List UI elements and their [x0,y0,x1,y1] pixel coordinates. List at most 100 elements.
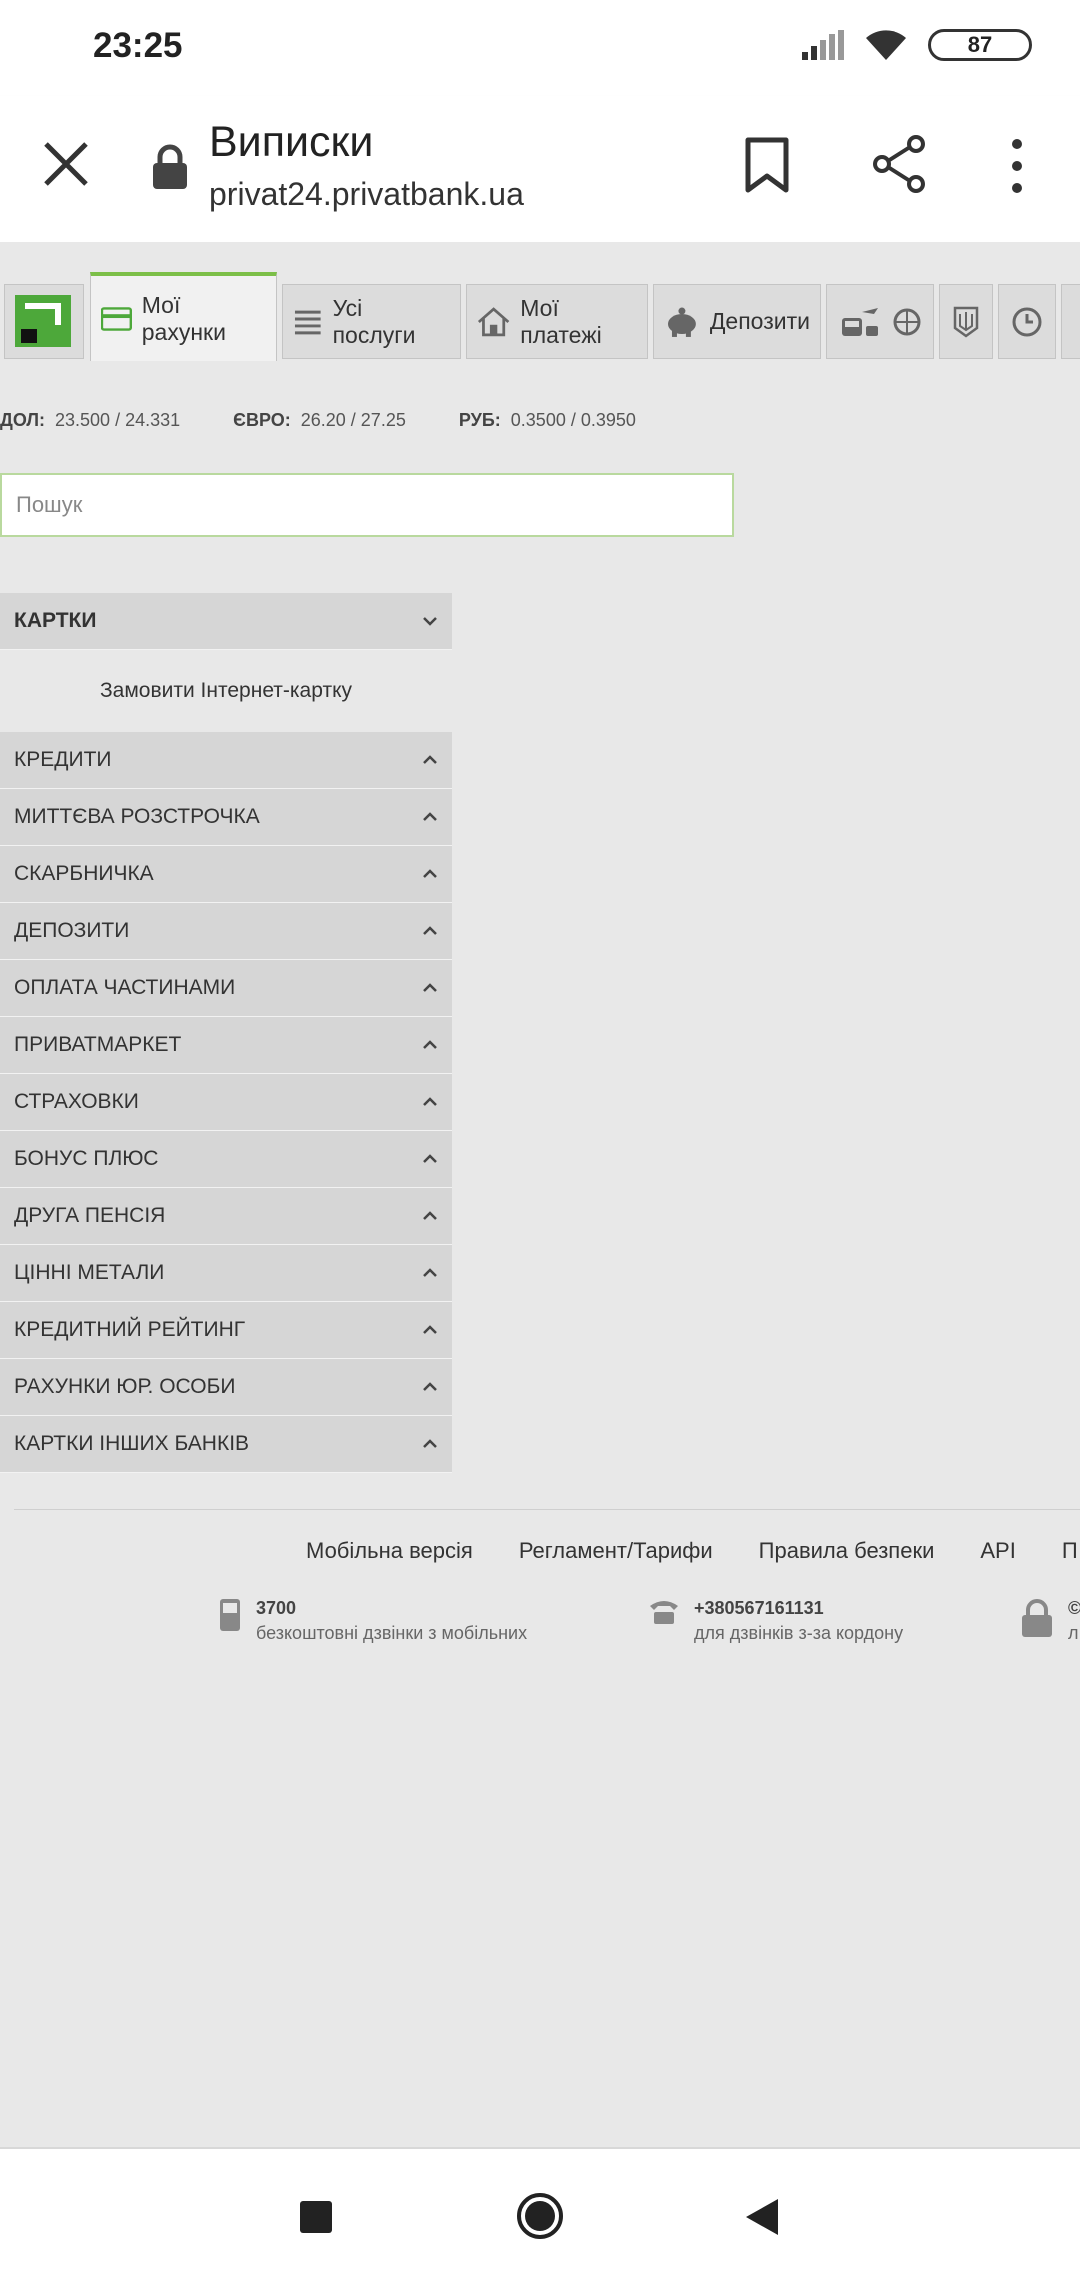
tab-my-accounts[interactable]: Мої рахунки [90,272,277,361]
accordion-section[interactable]: КРЕДИТИ [0,732,452,789]
tab-government[interactable] [939,284,993,359]
padlock-icon [1022,1599,1052,1637]
tab-travel[interactable] [826,284,934,359]
footer-link[interactable]: Мобільна версія [306,1538,473,1564]
mobile-phone-icon [220,1599,240,1631]
status-time: 23:25 [93,26,183,65]
list-icon [294,310,321,334]
section-label: ОПЛАТА ЧАСТИНАМИ [14,976,236,999]
piggy-bank-icon [667,307,696,337]
wifi-icon [866,30,906,60]
page-content: Мої рахунки Усі послуги Мої платежі Депо… [0,242,1080,2147]
contact-security: © л [1020,1598,1080,1644]
accordion-section[interactable]: ПРИВАТМАРКЕТ [0,1017,452,1074]
section-label: ЦІННІ МЕТАЛИ [14,1261,165,1284]
section-label: МИТТЄВА РОЗСТРОЧКА [14,805,260,828]
accordion-section[interactable]: БОНУС ПЛЮС [0,1131,452,1188]
exchange-rates: ДОЛ: 23.500 / 24.331 ЄВРО: 26.20 / 27.25… [0,410,684,431]
chevron-down-icon [423,617,437,626]
accordion-section[interactable]: СТРАХОВКИ [0,1074,452,1131]
tab-all-services[interactable]: Усі послуги [282,284,461,359]
footer-link[interactable]: Правила безпеки [759,1538,935,1564]
accordion-section[interactable]: ОПЛАТА ЧАСТИНАМИ [0,960,452,1017]
contact-desc: для дзвінків з-за кордону [694,1623,904,1643]
search-input[interactable] [0,473,734,537]
chevron-up-icon [423,1097,437,1106]
eur-label: ЄВРО: [233,410,291,430]
chevron-up-icon [423,1211,437,1220]
contact-desc: безкоштовні дзвінки з мобільних [256,1623,528,1643]
more-vert-icon[interactable] [1000,136,1034,196]
section-label: ПРИВАТМАРКЕТ [14,1033,182,1056]
chevron-up-icon [423,1040,437,1049]
contact-number[interactable]: +380567161131 [694,1598,903,1619]
chevron-up-icon [423,926,437,935]
tab-my-payments[interactable]: Мої платежі [466,284,648,359]
close-icon[interactable] [40,138,92,190]
bookmark-icon[interactable] [742,136,792,194]
section-label: СКАРБНИЧКА [14,862,154,885]
section-label: КАРТКИ [14,609,97,632]
contact-number: © [1068,1598,1080,1618]
page-url[interactable]: privat24.privatbank.ua [209,176,524,213]
accordion-section[interactable]: ДЕПОЗИТИ [0,903,452,960]
chevron-up-icon [423,1382,437,1391]
accordion-section-cards[interactable]: КАРТКИ [0,593,452,650]
tab-label: Мої платежі [520,294,602,348]
section-label: БОНУС ПЛЮС [14,1147,159,1170]
status-icons: 87 [802,28,1032,62]
history-icon [1012,307,1042,336]
section-label: ДЕПОЗИТИ [14,919,130,942]
link-label: Замовити Інтернет-картку [100,679,352,702]
contact-desc: л [1068,1623,1079,1643]
accordion-section[interactable]: КАРТКИ ІНШИХ БАНКІВ [0,1416,452,1473]
accordion-section[interactable]: МИТТЄВА РОЗСТРОЧКА [0,789,452,846]
chevron-up-icon [423,1154,437,1163]
battery-level: 87 [967,32,993,57]
contact-mobile: 3700 безкоштовні дзвінки з мобільних [218,1598,527,1644]
accordion-section[interactable]: КРЕДИТНИЙ РЕЙТИНГ [0,1302,452,1359]
section-label: РАХУНКИ ЮР. ОСОБИ [14,1375,236,1398]
section-label: КАРТКИ ІНШИХ БАНКІВ [14,1432,250,1455]
rub-label: РУБ: [458,410,501,430]
chevron-up-icon [423,1439,437,1448]
home-icon[interactable] [515,2191,565,2241]
section-label: КРЕДИТИ [14,748,112,771]
back-icon[interactable] [744,2197,780,2237]
globe-icon [893,308,921,335]
eur-rate: 26.20 / 27.25 [300,410,406,430]
telephone-icon [650,1601,678,1624]
page-title[interactable]: Виписки [209,118,373,167]
footer-links: Мобільна версія Регламент/Тарифи Правила… [306,1538,1078,1564]
footer-link[interactable]: Регламент/Тарифи [519,1538,713,1564]
recent-apps-icon[interactable] [298,2199,334,2235]
footer-link[interactable]: API [980,1538,1015,1564]
tab-label: Усі послуги [332,294,416,348]
accordion-section[interactable]: ДРУГА ПЕНСІЯ [0,1188,452,1245]
section-label: КРЕДИТНИЙ РЕЙТИНГ [14,1318,246,1341]
accordion-section[interactable]: СКАРБНИЧКА [0,846,452,903]
privatbank-logo-tab[interactable] [4,284,84,359]
house-icon [477,306,510,336]
tab-more[interactable] [1061,284,1080,359]
lock-icon[interactable] [150,144,190,190]
share-icon[interactable] [872,134,928,194]
battery-indicator: 87 [928,29,1032,61]
order-internet-card-link[interactable]: Замовити Інтернет-картку [0,650,452,732]
footer-link[interactable]: П [1062,1538,1078,1564]
privatbank-logo [15,295,71,347]
contact-number[interactable]: 3700 [256,1598,527,1619]
usd-label: ДОЛ: [0,410,45,430]
tab-history[interactable] [998,284,1056,359]
accordion-section[interactable]: РАХУНКИ ЮР. ОСОБИ [0,1359,452,1416]
chevron-up-icon [423,1268,437,1277]
footer-divider [14,1509,1080,1510]
rub-rate: 0.3500 / 0.3950 [510,410,636,430]
accordion-section[interactable]: ЦІННІ МЕТАЛИ [0,1245,452,1302]
contact-abroad: +380567161131 для дзвінків з-за кордону [648,1598,903,1644]
section-label: ДРУГА ПЕНСІЯ [14,1204,166,1227]
tab-deposits[interactable]: Депозити [653,284,821,359]
section-label: СТРАХОВКИ [14,1090,139,1113]
transport-icon [842,307,878,336]
main-nav: Мої рахунки Усі послуги Мої платежі Депо… [0,272,1080,361]
